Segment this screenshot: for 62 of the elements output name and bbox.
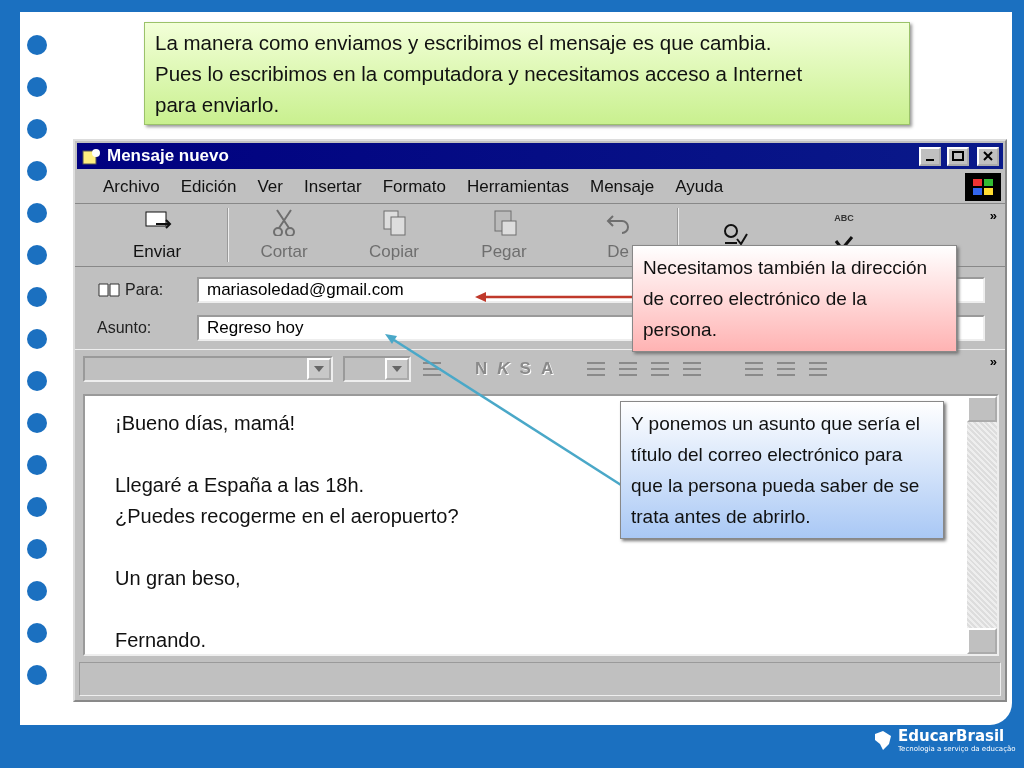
bullet-dot — [27, 455, 47, 475]
bullet-dot — [27, 497, 47, 517]
menu-item[interactable]: Archivo — [103, 177, 160, 197]
toolbar-button[interactable]: Enviar — [87, 208, 229, 262]
message-line: ¡Bueno días, mamá! — [115, 411, 296, 436]
bullet-dot — [27, 245, 47, 265]
message-line: Llegaré a España a las 18h. — [115, 473, 365, 498]
bullet-dot — [27, 287, 47, 307]
minimize-icon — [926, 159, 934, 161]
bullet-dot — [27, 77, 47, 97]
bullet-dot — [27, 413, 47, 433]
note-callout: La manera como enviamos y escribimos el mensaje es que cambia. Pues lo escribimos en la computadora y necesitamos acceso a Internet para enviarlo. — [144, 22, 910, 125]
align-left-icon — [743, 360, 766, 378]
map-logo-icon — [872, 729, 894, 751]
numbered-list-icon — [585, 360, 608, 378]
bullet-dot — [27, 119, 47, 139]
maximize-icon — [952, 151, 964, 161]
close-icon — [983, 151, 993, 161]
message-line: Fernando. — [115, 628, 207, 653]
menu-item[interactable]: Formato — [382, 177, 446, 197]
callout-tooltip: Necesitamos también la dirección de correo electrónico de la persona. — [632, 245, 957, 352]
bullet-list-icon — [617, 360, 640, 378]
bullet-dot — [27, 623, 47, 643]
more-chevron[interactable]: » — [989, 208, 997, 223]
menu-item[interactable]: Edición — [180, 177, 237, 197]
align-right-icon — [807, 360, 830, 378]
scrollbar[interactable] — [967, 396, 997, 654]
window-title: Mensaje nuevo — [107, 146, 230, 166]
windows-logo-icon — [965, 173, 1001, 201]
envelope-icon — [81, 146, 101, 166]
outdent-icon — [649, 360, 672, 378]
indent-icon — [681, 360, 704, 378]
menu-item[interactable]: Insertar — [304, 177, 362, 197]
bullet-dot — [27, 539, 47, 559]
menu-item[interactable]: Ver — [257, 177, 283, 197]
bullet-dot — [27, 203, 47, 223]
abc-label: ABC — [834, 213, 854, 223]
more-chevron[interactable]: » — [989, 354, 997, 369]
align-center-icon — [775, 360, 798, 378]
address-book-icon[interactable] — [97, 282, 121, 298]
menu-item[interactable]: Herramientas — [466, 177, 569, 197]
close-button[interactable] — [977, 146, 999, 166]
maximize-button[interactable] — [947, 146, 969, 166]
subject-label: Asunto: — [97, 319, 153, 337]
to-label: Para: — [125, 281, 165, 299]
dropdown-caret-icon — [314, 366, 324, 372]
dropdown-caret-icon — [392, 366, 402, 372]
paragraph-style-icon — [421, 360, 443, 378]
bullet-dot — [27, 329, 47, 349]
bullet-dot — [27, 371, 47, 391]
bullet-dot — [27, 161, 47, 181]
bullet-dot — [27, 665, 47, 685]
callout-tooltip: Y ponemos un asunto que sería el título del correo electrónico para que la persona pueda saber de se trata antes de abrirlo. — [620, 401, 944, 539]
message-line: ¿Puedes recogerme en el aeropuerto? — [115, 504, 459, 529]
bullet-dot — [27, 581, 47, 601]
menu-item[interactable]: Ayuda — [675, 177, 724, 197]
menu-item[interactable]: Mensaje — [589, 177, 655, 197]
size-dropdown[interactable] — [343, 356, 411, 382]
bullet-dot — [27, 35, 47, 55]
logo-name: EducarBrasil — [898, 727, 1006, 745]
minimize-button[interactable] — [919, 146, 941, 166]
message-line: Un gran beso, — [115, 566, 241, 591]
